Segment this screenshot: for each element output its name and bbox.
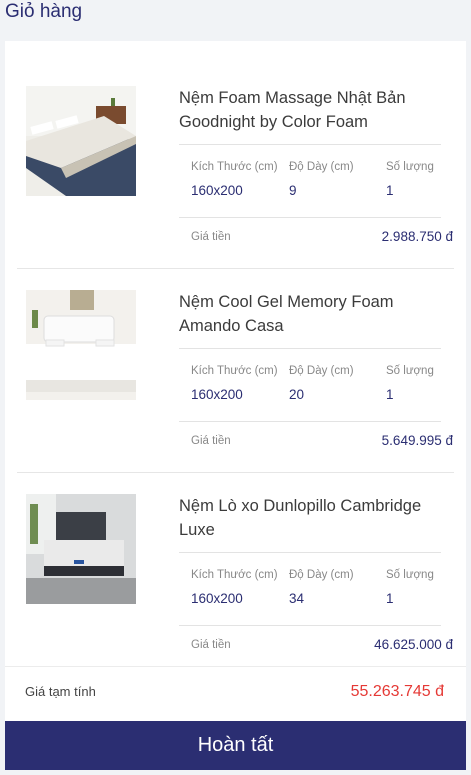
size-value: 160x200 [191,387,243,402]
size-value: 160x200 [191,183,243,198]
thickness-label: Độ Dày (cm) [289,365,354,377]
thickness-label: Độ Dày (cm) [289,569,354,581]
price-label: Giá tiền [191,231,231,243]
size-label: Kích Thước (cm) [191,161,278,173]
quantity-value: 1 [386,387,394,402]
thickness-value: 9 [289,183,297,198]
thickness-label: Độ Dày (cm) [289,161,354,173]
size-value: 160x200 [191,591,243,606]
quantity-label: Số lượng [386,569,434,581]
product-name[interactable]: Nệm Foam Massage Nhật Bản Goodnight by C… [179,86,449,134]
quantity-label: Số lượng [386,365,434,377]
size-label: Kích Thước (cm) [191,569,278,581]
thickness-value: 34 [289,591,305,606]
subtotal-divider [5,666,466,667]
page-title: Giỏ hàng [5,1,83,22]
item-divider [17,472,454,473]
item-divider [17,268,454,269]
product-image[interactable] [26,290,136,400]
thickness-value: 20 [289,387,305,402]
cart-panel: Nệm Foam Massage Nhật Bản Goodnight by C… [5,41,466,722]
subtotal-label: Giá tạm tính [25,684,96,699]
subtotal-value: 55.263.745 đ [350,683,444,700]
quantity-value: 1 [386,591,394,606]
quantity-label: Số lượng [386,161,434,173]
product-name[interactable]: Nệm Lò xo Dunlopillo Cambridge Luxe [179,494,449,542]
price-value: 5.649.995 đ [381,433,453,448]
product-name[interactable]: Nệm Cool Gel Memory Foam Amando Casa [179,290,449,338]
size-label: Kích Thước (cm) [191,365,278,377]
price-value: 2.988.750 đ [381,229,453,244]
complete-button[interactable]: Hoàn tất [5,721,466,770]
quantity-value: 1 [386,183,394,198]
price-label: Giá tiền [191,435,231,447]
price-value: 46.625.000 đ [374,637,453,652]
price-label: Giá tiền [191,639,231,651]
product-image[interactable] [26,86,136,196]
product-image[interactable] [26,494,136,604]
